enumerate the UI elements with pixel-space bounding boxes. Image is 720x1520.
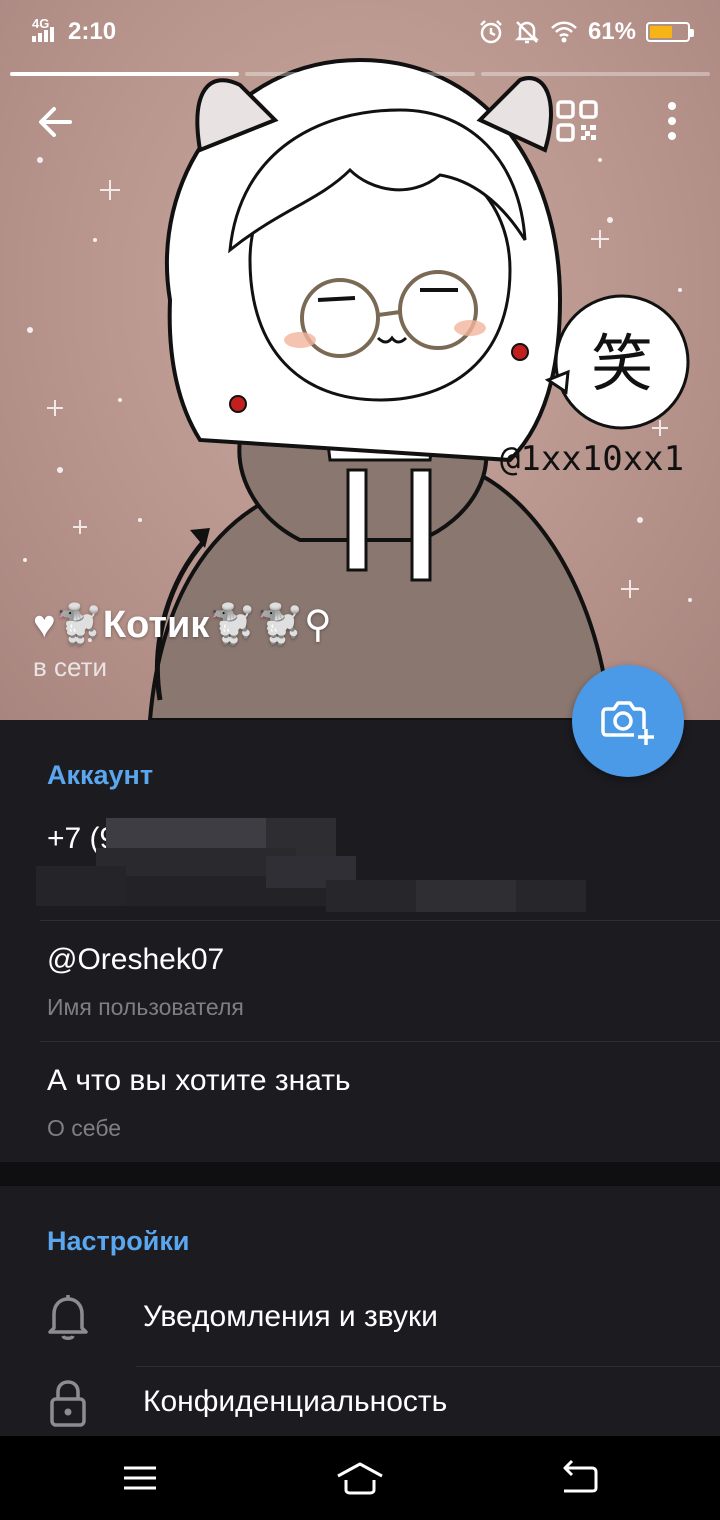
back-icon[interactable] (558, 1456, 600, 1500)
more-menu-icon[interactable] (652, 96, 692, 146)
menu-icon[interactable] (120, 1456, 160, 1500)
battery-percent: 61% (587, 18, 636, 45)
bio-value: А что вы хотите знать (47, 1064, 351, 1097)
story-segment (10, 72, 240, 76)
redacted-phone-blur (36, 818, 596, 928)
settings-item-label: Конфиденциальность (143, 1385, 448, 1418)
settings-section-title: Настройки (47, 1226, 190, 1256)
set-photo-button[interactable] (572, 665, 684, 777)
status-bar: 4G 2:10 61% (0, 0, 720, 66)
system-nav-bar (0, 1436, 720, 1520)
lock-icon (50, 1380, 86, 1427)
account-section: Аккаунт +7 (9 @Oreshek07 Имя пользовател… (0, 720, 720, 1162)
account-section-title: Аккаунт (47, 760, 154, 790)
settings-item-notifications[interactable]: Уведомления и звуки (0, 1276, 720, 1366)
settings-section: Настройки Уведомления и звуки Конфиденци… (0, 1186, 720, 1436)
back-arrow-icon[interactable] (30, 96, 82, 148)
bio-label: О себе (47, 1115, 122, 1141)
avatar-watermark: @1xx10xx1 (500, 439, 684, 479)
username-label: Имя пользователя (47, 994, 244, 1020)
phone-row[interactable]: +7 (9 (0, 800, 720, 920)
camera-add-icon (601, 701, 654, 745)
mute-icon (514, 21, 539, 44)
home-icon[interactable] (334, 1456, 386, 1500)
section-gap (0, 1162, 720, 1186)
alarm-icon (480, 20, 502, 44)
profile-name: ♥🐩Котик🐩🐩⚲ (33, 604, 332, 646)
story-segment (480, 72, 710, 76)
battery-icon (646, 22, 694, 42)
story-progress (10, 72, 710, 76)
username-row[interactable]: @Oreshek07 Имя пользователя (0, 921, 720, 1041)
profile-status: в сети (33, 652, 108, 682)
clock: 2:10 (68, 18, 117, 45)
bio-row[interactable]: А что вы хотите знать О себе (0, 1042, 720, 1162)
settings-item-label: Уведомления и звуки (143, 1300, 438, 1333)
bell-icon (48, 1295, 88, 1340)
username-value: @Oreshek07 (47, 943, 225, 976)
signal-icon: 4G (30, 16, 56, 44)
profile-header: 笑 @1xx10xx1 4G 2:10 61% ♥🐩Котик🐩🐩⚲ в сет… (0, 0, 720, 720)
story-segment (245, 72, 475, 76)
wifi-icon (551, 21, 577, 43)
qr-code-icon[interactable] (552, 96, 602, 146)
avatar-bubble-char: 笑 (591, 327, 653, 400)
